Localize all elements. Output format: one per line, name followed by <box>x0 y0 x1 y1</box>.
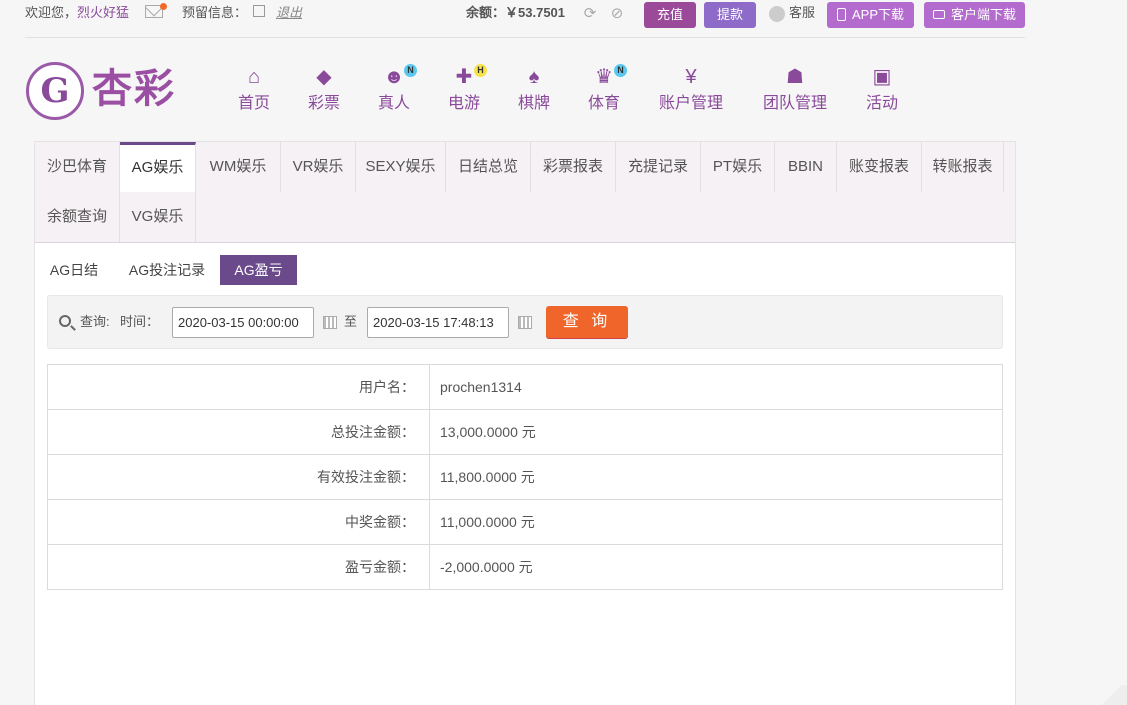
tab-wm[interactable]: WM娱乐 <box>196 142 281 192</box>
tab-lottery-report[interactable]: 彩票报表 <box>531 142 616 192</box>
tab-balance-query[interactable]: 余额查询 <box>35 192 120 242</box>
row-value: 13,000.0000 元 <box>429 409 1003 455</box>
table-row: 中奖金额： 11,000.0000 元 <box>47 499 1003 545</box>
nav-account[interactable]: ¥ 账户管理 <box>654 66 728 118</box>
app-download-button[interactable]: APP下载 <box>827 2 914 28</box>
nav-live[interactable]: ☻ 真人 N <box>370 64 418 118</box>
edit-icon[interactable] <box>253 5 265 17</box>
nav-egames[interactable]: ✚ 电游 H <box>440 64 488 118</box>
nav-chess[interactable]: ♠ 棋牌 <box>510 66 558 118</box>
search-icon <box>59 315 71 327</box>
query-label: 查询: <box>80 314 110 329</box>
end-date-input[interactable]: 2020-03-15 17:48:13 <box>367 307 509 338</box>
tab-pt[interactable]: PT娱乐 <box>701 142 775 192</box>
nav-sports[interactable]: ♛ 体育 N <box>580 64 628 118</box>
nav-home[interactable]: ⌂ 首页 <box>230 66 278 118</box>
dealer-icon: ☻ <box>383 66 405 88</box>
content-panel: 沙巴体育 AG娱乐 WM娱乐 VR娱乐 SEXY娱乐 日结总览 彩票报表 充提记… <box>34 141 1016 705</box>
row-value: -2,000.0000 元 <box>429 544 1003 590</box>
top-bar: 欢迎您，烈火好猛 预留信息： 退出 余额：￥53.7501 ⟳ ⊘ 充值 提款 … <box>0 0 1127 30</box>
row-label: 有效投注金额： <box>47 454 430 500</box>
row-label: 总投注金额： <box>47 409 430 455</box>
customer-service-link[interactable]: 客服 <box>789 4 815 22</box>
tab-saba-sports[interactable]: 沙巴体育 <box>35 142 120 192</box>
withdraw-button[interactable]: 提款 <box>704 2 756 28</box>
ticket-icon: ◆ <box>316 66 332 88</box>
subtab-ag-bets[interactable]: AG投注记录 <box>123 255 211 285</box>
phone-icon <box>836 8 846 21</box>
query-button[interactable]: 查 询 <box>546 306 628 338</box>
time-label: 时间： <box>120 314 160 329</box>
row-value: 11,000.0000 元 <box>429 499 1003 545</box>
nav-activity[interactable]: ▣ 活动 <box>858 66 906 118</box>
nav-lottery[interactable]: ◆ 彩票 <box>300 66 348 118</box>
row-value: 11,800.0000 元 <box>429 454 1003 500</box>
divider <box>25 37 1025 38</box>
recharge-button[interactable]: 充值 <box>644 2 696 28</box>
subtab-ag-daily[interactable]: AG日结 <box>45 255 103 285</box>
gamepad-icon: ✚ <box>455 66 473 88</box>
subtab-ag-profit[interactable]: AG盈亏 <box>220 255 297 285</box>
logo-emblem-icon <box>26 62 84 120</box>
hot-badge: H <box>474 64 487 77</box>
username-link[interactable]: 烈火好猛 <box>77 5 129 20</box>
site-logo[interactable]: 杏彩 <box>26 62 178 122</box>
team-icon: ☗ <box>786 66 804 88</box>
row-value: prochen1314 <box>429 364 1003 410</box>
customer-service-icon[interactable] <box>769 6 785 22</box>
calendar-icon[interactable] <box>518 316 532 329</box>
client-download-button[interactable]: 客户端下载 <box>924 2 1025 28</box>
calendar-icon[interactable] <box>323 316 337 329</box>
report-tabs: 沙巴体育 AG娱乐 WM娱乐 VR娱乐 SEXY娱乐 日结总览 彩票报表 充提记… <box>35 142 1015 243</box>
logo-text: 杏彩 <box>92 66 176 112</box>
tab-daily-overview[interactable]: 日结总览 <box>446 142 531 192</box>
new-badge: N <box>404 64 417 77</box>
tab-sexy[interactable]: SEXY娱乐 <box>356 142 446 192</box>
table-row: 用户名： prochen1314 <box>47 364 1003 410</box>
home-icon: ⌂ <box>247 66 261 88</box>
row-label: 用户名： <box>47 364 430 410</box>
row-label: 盈亏金额： <box>47 544 430 590</box>
tab-deposit-withdraw[interactable]: 充提记录 <box>616 142 701 192</box>
hide-balance-icon[interactable]: ⊘ <box>609 6 625 22</box>
balance-value: ￥53.7501 <box>505 5 566 20</box>
background-decoration <box>1097 685 1127 705</box>
refresh-icon[interactable]: ⟳ <box>582 6 598 22</box>
cards-icon: ♠ <box>528 66 540 88</box>
tab-vr[interactable]: VR娱乐 <box>281 142 356 192</box>
nav-team[interactable]: ☗ 团队管理 <box>758 66 832 118</box>
table-row: 盈亏金额： -2,000.0000 元 <box>47 544 1003 590</box>
monitor-icon <box>932 10 945 19</box>
query-bar: 查询: 时间： 2020-03-15 00:00:00 至 2020-03-15… <box>47 295 1003 349</box>
new-badge: N <box>614 64 627 77</box>
trophy-icon: ♛ <box>595 66 613 88</box>
start-date-input[interactable]: 2020-03-15 00:00:00 <box>172 307 314 338</box>
row-label: 中奖金额： <box>47 499 430 545</box>
tab-transfer-report[interactable]: 转账报表 <box>922 142 1004 192</box>
tab-bbin[interactable]: BBIN <box>775 142 837 192</box>
notice-label: 预留信息： <box>182 5 248 20</box>
result-table: 用户名： prochen1314 总投注金额： 13,000.0000 元 有效投注… <box>47 364 1003 590</box>
table-row: 总投注金额： 13,000.0000 元 <box>47 409 1003 455</box>
tab-ag[interactable]: AG娱乐 <box>120 142 196 192</box>
balance: 余额：￥53.7501 <box>466 5 566 20</box>
table-row: 有效投注金额： 11,800.0000 元 <box>47 454 1003 500</box>
tab-balance-change[interactable]: 账变报表 <box>837 142 922 192</box>
unread-dot-icon <box>160 3 167 10</box>
welcome-text: 欢迎您，烈火好猛 <box>25 5 130 20</box>
range-separator: 至 <box>344 314 358 329</box>
gift-icon: ▣ <box>872 66 892 88</box>
tab-vg[interactable]: VG娱乐 <box>120 192 196 242</box>
logout-link[interactable]: 退出 <box>276 4 302 22</box>
yen-icon: ¥ <box>685 66 697 88</box>
